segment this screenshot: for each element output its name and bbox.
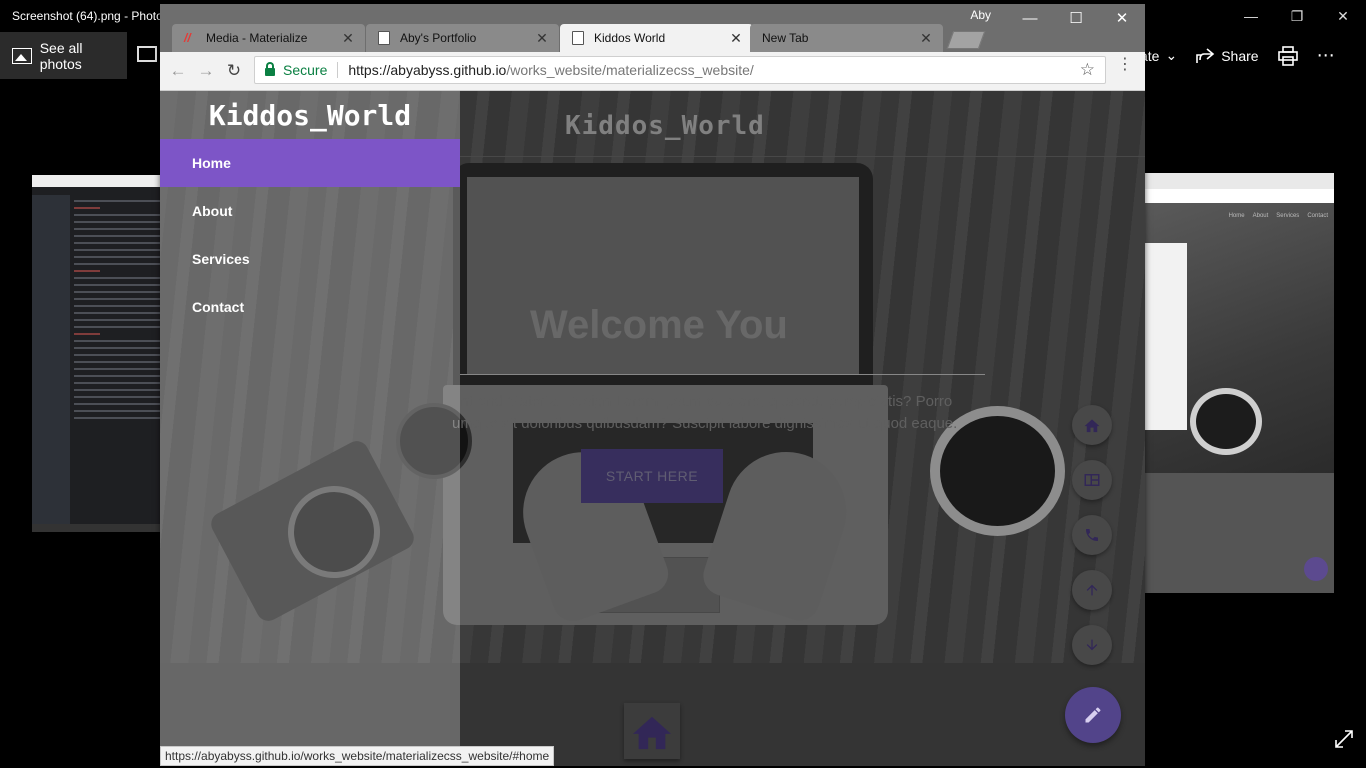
close-icon[interactable]: ✕: [1320, 0, 1366, 32]
forward-icon[interactable]: →: [192, 61, 220, 81]
photos-toolbar: ate ⌄ Share ⋯: [1140, 32, 1335, 79]
print-button[interactable]: [1277, 45, 1299, 66]
photos-window-controls: — ❐ ✕: [1228, 0, 1366, 32]
share-icon: [1196, 47, 1215, 63]
sidenav-item-contact[interactable]: Contact: [160, 283, 460, 331]
tab-close-icon[interactable]: ✕: [729, 30, 743, 47]
edit-icon: [1085, 707, 1101, 723]
close-icon[interactable]: ✕: [1099, 4, 1145, 32]
address-bar[interactable]: Secure https://abyabyss.github.io/works_…: [254, 56, 1106, 84]
lock-icon: [265, 62, 275, 76]
tab-media-materialize[interactable]: // Media - Materialize ✕: [172, 24, 365, 52]
expand-icon[interactable]: [1334, 729, 1354, 754]
tab-close-icon[interactable]: ✕: [919, 30, 933, 47]
sidenav-item-services[interactable]: Services: [160, 235, 460, 283]
secure-label: Secure: [283, 62, 339, 78]
tab-strip: Aby — ☐ ✕ // Media - Materialize ✕ Aby's…: [160, 4, 1145, 52]
tab-title: Kiddos World: [594, 31, 666, 45]
link-status-bubble: https://abyabyss.github.io/works_website…: [160, 746, 555, 766]
share-button[interactable]: Share: [1195, 47, 1259, 65]
browser-toolbar: ← → ↻ Secure https://abyabyss.github.io /…: [160, 52, 1145, 91]
minimize-icon[interactable]: —: [1228, 0, 1274, 32]
side-nav: Kiddos_World Home About Services Contact: [160, 91, 460, 766]
share-label: Share: [1221, 47, 1259, 64]
tab-title: Aby's Portfolio: [400, 31, 477, 45]
tab-close-icon[interactable]: ✕: [341, 30, 355, 47]
document-icon: [572, 31, 584, 45]
photos-window-title: Screenshot (64).png - Photo: [12, 9, 163, 23]
see-all-photos-label: See all photos: [39, 39, 83, 72]
reload-icon[interactable]: ↻: [220, 61, 248, 81]
see-all-photos-button[interactable]: See all photos: [0, 32, 127, 79]
profile-name[interactable]: Aby: [970, 8, 991, 22]
sidenav-item-about[interactable]: About: [160, 187, 460, 235]
document-icon: [378, 31, 390, 45]
fab-main-button[interactable]: [1065, 687, 1121, 743]
tab-abys-portfolio[interactable]: Aby's Portfolio ✕: [366, 24, 559, 52]
restore-icon[interactable]: ❐: [1274, 0, 1320, 32]
chevron-down-icon: ⌄: [1165, 47, 1178, 63]
more-options-button[interactable]: ⋯: [1317, 45, 1335, 66]
back-icon[interactable]: ←: [164, 61, 192, 81]
sidenav-overlay[interactable]: [460, 91, 1145, 766]
tab-title: New Tab: [762, 31, 809, 45]
minimize-icon[interactable]: —: [1007, 4, 1053, 32]
tab-title: Media - Materialize: [206, 31, 308, 45]
new-tab-button[interactable]: [946, 31, 986, 49]
sidenav-item-home[interactable]: Home: [160, 139, 460, 187]
print-icon: [1277, 45, 1298, 66]
browser-window: Aby — ☐ ✕ // Media - Materialize ✕ Aby's…: [160, 4, 1145, 766]
edit-create-button[interactable]: ate ⌄: [1140, 47, 1177, 64]
slideshow-icon[interactable]: [137, 46, 157, 62]
previous-photo-thumbnail[interactable]: [32, 175, 160, 532]
browser-menu-icon[interactable]: ⋮: [1117, 57, 1133, 73]
tab-kiddos-world[interactable]: Kiddos World ✕: [560, 24, 753, 52]
maximize-icon[interactable]: ☐: [1053, 4, 1099, 32]
url-host: https://abyabyss.github.io: [348, 62, 507, 78]
page-viewport: Kiddos_World Welcome You ont-end Materia…: [160, 91, 1145, 766]
browser-window-controls: — ☐ ✕: [1007, 4, 1145, 32]
photos-icon: [12, 47, 32, 64]
tab-new-tab[interactable]: New Tab ✕: [750, 24, 943, 52]
sidenav-brand[interactable]: Kiddos_World: [160, 91, 460, 139]
url-path: /works_website/materializecss_website/: [506, 62, 754, 78]
materialize-logo-icon: //: [184, 31, 191, 45]
next-photo-thumbnail[interactable]: Home About Services Contact: [1145, 173, 1334, 593]
tab-close-icon[interactable]: ✕: [535, 30, 549, 47]
bookmark-star-icon[interactable]: ☆: [1080, 60, 1095, 80]
